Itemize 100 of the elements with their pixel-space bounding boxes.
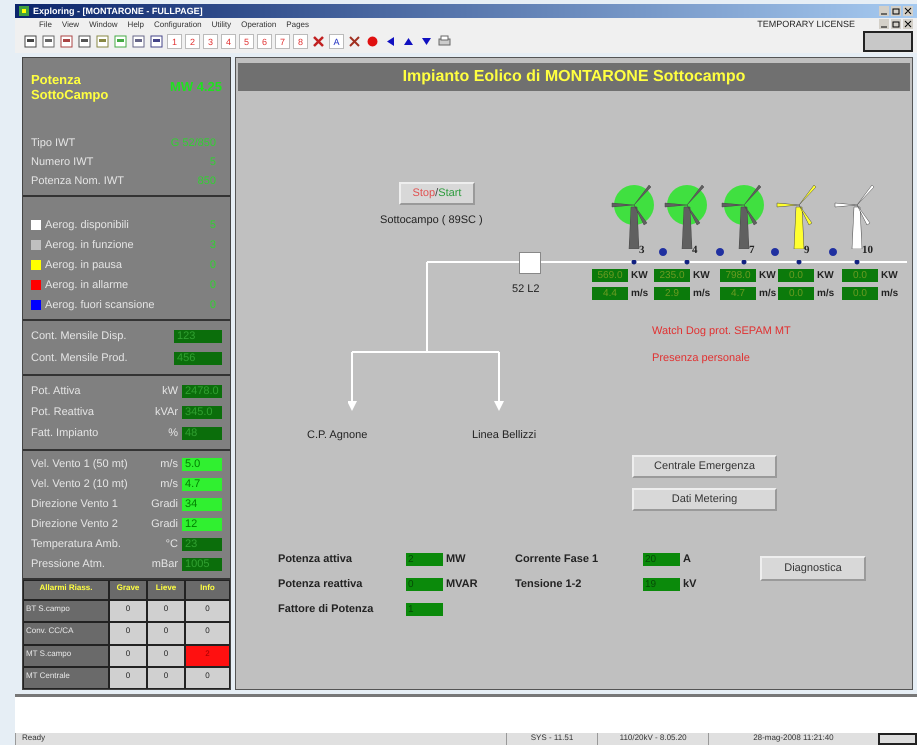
info-label: Tipo IWT <box>31 136 76 149</box>
plant-title: Impianto Eolico di MONTARONE Sottocampo <box>238 62 910 91</box>
table-cell: 0 <box>147 644 185 667</box>
alarm-message: Watch Dog prot. SEPAM MT <box>652 324 791 337</box>
font-button[interactable]: A <box>329 34 344 50</box>
measure-value: 19 <box>643 578 680 591</box>
panel-title: Potenza SottoCampo <box>31 72 110 102</box>
measure-label: Fattore di Potenza <box>278 603 374 616</box>
turbine-number: 9 <box>804 244 810 256</box>
table-cell: 0 <box>147 666 185 690</box>
table-cell: 0 <box>185 622 230 645</box>
page-button[interactable]: 6 <box>257 34 272 50</box>
unit-label: A <box>682 553 692 566</box>
turbine-number: 3 <box>639 244 644 256</box>
page-button[interactable]: 1 <box>167 34 182 50</box>
metric-label: Pressione Atm. <box>31 558 106 570</box>
menu-item[interactable]: File <box>39 20 52 29</box>
toolbar-icon[interactable] <box>77 34 92 50</box>
measure-value: 20 <box>643 552 680 566</box>
diagnostics-button[interactable]: Diagnostica <box>760 556 866 581</box>
row-header: BT S.campo <box>23 600 109 622</box>
stop-start-button[interactable]: Stop/Start <box>399 182 475 205</box>
measure-label: Potenza reattiva <box>278 578 364 590</box>
metric-label: Temperatura Amb. <box>31 538 122 550</box>
breaker-switch[interactable] <box>519 252 541 274</box>
unit-label: kVAr <box>154 406 178 418</box>
panel-button[interactable]: Centrale Emergenza <box>632 454 777 478</box>
toolbar-icon[interactable] <box>41 34 56 50</box>
legend-count: 0 <box>210 278 216 291</box>
menu-item[interactable]: Window <box>89 20 118 29</box>
page-button[interactable]: 3 <box>203 34 218 50</box>
turbine-number: 10 <box>862 244 873 256</box>
unit-label: Gradi <box>151 498 178 510</box>
unit-label: m/s <box>759 288 776 299</box>
app-icon <box>19 6 29 16</box>
legend-count: 0 <box>210 258 216 271</box>
window-title: Exploring - [MONTARONE - FULLPAGE] <box>33 6 204 16</box>
toolbar-icon[interactable] <box>59 34 74 50</box>
power-readout: 0.0 <box>842 268 878 282</box>
unit-label: m/s <box>817 288 834 299</box>
row-header: MT Centrale <box>23 666 109 690</box>
panel-button[interactable]: Dati Metering <box>632 488 777 511</box>
menu-item[interactable]: Utility <box>212 20 232 29</box>
close-icon[interactable] <box>311 34 326 50</box>
table-cell: 0 <box>147 600 185 622</box>
legend-label: Aerog. in allarme <box>45 278 130 291</box>
legend-label: Aerog. in funzione <box>45 238 135 251</box>
page-button[interactable]: 8 <box>293 34 308 50</box>
table-cell: 2 <box>185 644 230 667</box>
status-dot-icon <box>716 248 724 256</box>
legend-count: 3 <box>210 238 216 251</box>
table-cell: 0 <box>109 622 147 645</box>
license-label: TEMPORARY LICENSE <box>757 19 855 30</box>
info-value: 5 <box>210 156 216 168</box>
power-readout: 0.0 <box>778 268 814 282</box>
unit-label: kV <box>682 578 698 590</box>
window-controls-icon[interactable] <box>879 19 913 30</box>
row-header: MT S.campo <box>23 644 109 667</box>
unit-label: °C <box>166 538 178 550</box>
page-button[interactable]: 4 <box>221 34 236 50</box>
metric-value: 5.0 <box>182 458 222 471</box>
toolbar-icon[interactable] <box>131 34 146 50</box>
power-readout: 569.0 <box>592 268 628 282</box>
unit-label: KW <box>693 270 710 281</box>
table-cell: 0 <box>147 622 185 645</box>
table-cell: 0 <box>185 666 230 690</box>
unit-label: KW <box>881 270 898 281</box>
unit-label: Gradi <box>151 518 178 530</box>
status-dot-icon <box>659 248 667 256</box>
metric-label: Cont. Mensile Disp. <box>31 330 128 342</box>
section-label: Sottocampo ( 89SC ) <box>380 214 483 226</box>
legend-label: Aerog. fuori scansione <box>45 298 156 311</box>
measure-value: 0 <box>406 578 443 591</box>
metric-label: Pot. Reattiva <box>31 406 95 418</box>
unit-label: KW <box>817 270 834 281</box>
measure-value: 2 <box>406 552 443 566</box>
metric-value: 4.7 <box>182 478 222 491</box>
toolbar-icon[interactable] <box>23 34 38 50</box>
unit-label: m/s <box>631 288 648 299</box>
wind-readout: 4.4 <box>592 286 628 300</box>
power-readout: 798.0 <box>720 268 756 282</box>
menu-item[interactable]: Pages <box>286 20 309 29</box>
page-button[interactable]: 5 <box>239 34 254 50</box>
measure-label: Potenza attiva <box>278 553 353 566</box>
info-label: Potenza Nom. IWT <box>31 174 125 187</box>
window-controls-icon[interactable] <box>879 6 913 16</box>
menu-item[interactable]: Configuration <box>154 20 202 29</box>
table-cell: 0 <box>109 600 147 622</box>
menu-item[interactable]: Help <box>128 20 144 29</box>
legend-count: 5 <box>210 218 216 231</box>
toolbar-icon[interactable] <box>149 34 164 50</box>
menu-item[interactable]: View <box>62 20 80 29</box>
feeder-label: C.P. Agnone <box>307 428 368 441</box>
measure-value: 1 <box>406 602 443 616</box>
status-text: Ready <box>15 733 506 745</box>
metric-label: Cont. Mensile Prod. <box>31 352 129 364</box>
page-button[interactable]: 2 <box>185 34 200 50</box>
menu-item[interactable]: Operation <box>241 20 276 29</box>
page-button[interactable]: 7 <box>275 34 290 50</box>
record-icon[interactable] <box>365 34 380 50</box>
